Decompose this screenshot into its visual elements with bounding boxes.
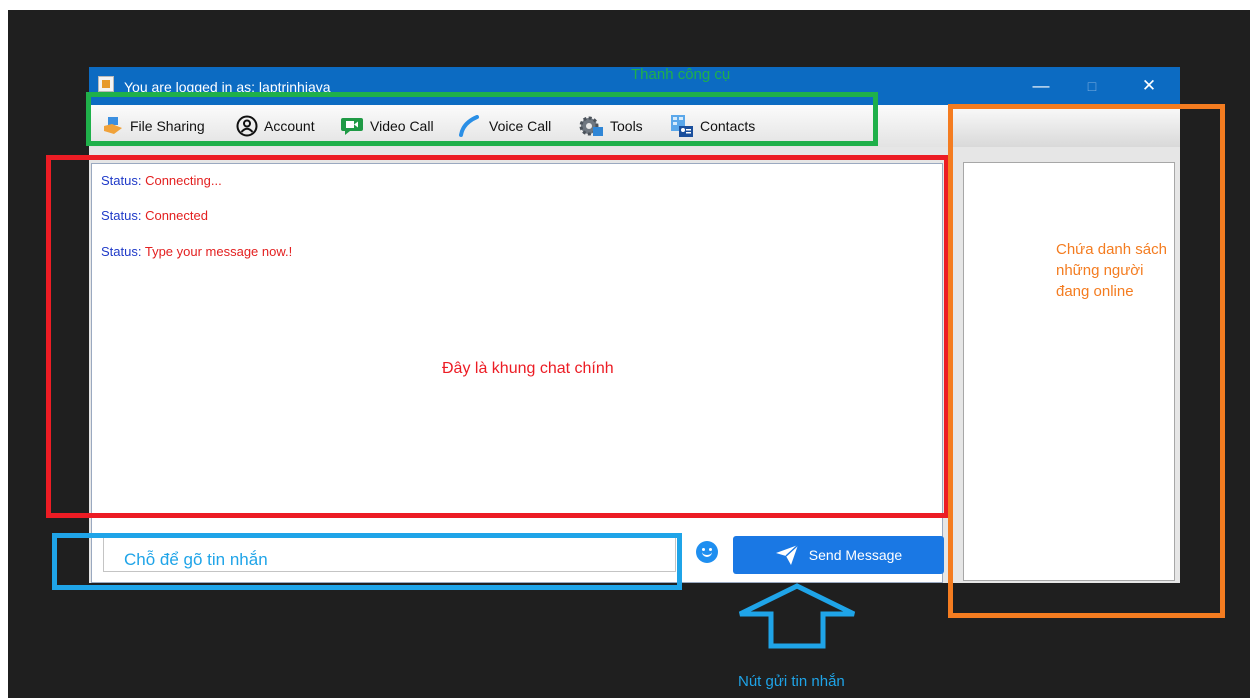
- online-label-line: đang online: [1056, 283, 1134, 300]
- toolbar-annotation-box: [86, 92, 878, 146]
- send-paper-plane-icon: [775, 544, 799, 565]
- input-annotation-label: Chỗ để gõ tin nhắn: [124, 550, 268, 569]
- send-message-label: Send Message: [808, 547, 903, 563]
- minimize-button[interactable]: —: [1018, 67, 1064, 105]
- online-label-line: những người: [1056, 262, 1144, 279]
- chat-annotation-box: [46, 155, 949, 518]
- toolbar-annotation-label: Thanh công cụ: [631, 66, 731, 83]
- java-app-icon: [98, 76, 114, 92]
- smiley-icon[interactable]: [696, 541, 718, 563]
- up-arrow-annotation-icon: [738, 583, 856, 649]
- close-button[interactable]: ✕: [1126, 67, 1172, 105]
- online-label-line: Chứa danh sách: [1056, 241, 1167, 258]
- chat-annotation-label: Đây là khung chat chính: [442, 360, 614, 377]
- send-message-button[interactable]: Send Message: [733, 536, 944, 574]
- online-list-annotation-label: Chứa danh sách những người đang online: [1056, 239, 1167, 302]
- online-list-annotation-box: [948, 104, 1225, 618]
- maximize-button[interactable]: □: [1069, 67, 1115, 105]
- send-annotation-label: Nút gửi tin nhắn: [738, 673, 845, 690]
